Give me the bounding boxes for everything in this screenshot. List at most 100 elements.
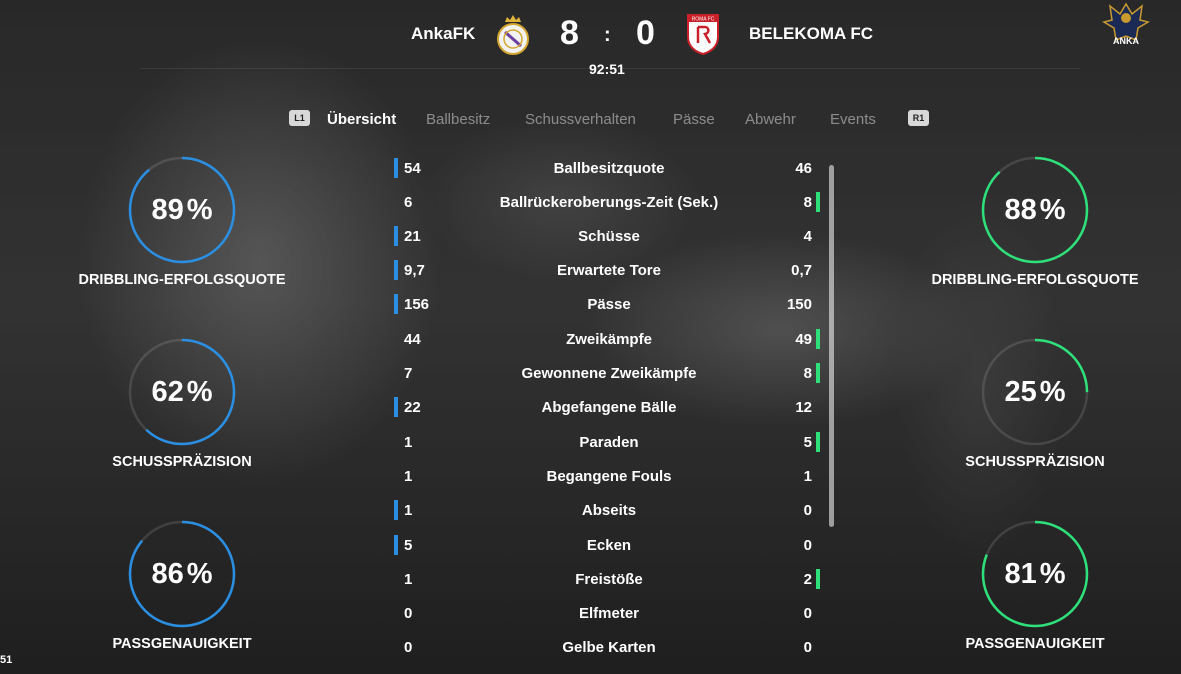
away-shot-accuracy-value: 25% (1004, 376, 1066, 408)
stat-row: 1 Abseits 0 (394, 499, 820, 523)
stat-name: Schüsse (578, 228, 640, 245)
home-team-name: AnkaFK (411, 24, 476, 43)
away-stat-value: 0 (803, 605, 812, 622)
home-lead-bar (394, 294, 398, 314)
stat-name: Paraden (579, 434, 639, 451)
away-stat-value: 12 (795, 399, 812, 416)
stat-name: Freistöße (575, 571, 643, 588)
l1-shoulder-button[interactable]: L1 (289, 110, 310, 126)
stat-row: 1 Paraden 5 (394, 431, 820, 455)
match-clock: 92:51 (589, 61, 625, 77)
home-lead-bar (394, 226, 398, 246)
away-pass-accuracy-value: 81% (1004, 558, 1066, 590)
away-team-name: BELEKOMA FC (749, 24, 874, 43)
away-stat-value: 1 (803, 468, 812, 485)
stat-row: 1 Freistöße 2 (394, 568, 820, 592)
stat-name: Pässe (587, 296, 631, 313)
home-stat-value: 0 (404, 639, 413, 656)
tab-ballbesitz[interactable]: Ballbesitz (426, 111, 490, 128)
home-dribbling-label: DRIBBLING-ERFOLGSQUOTE (78, 272, 286, 288)
away-lead-bar (816, 569, 820, 589)
stat-name: Erwartete Tore (557, 262, 661, 279)
away-lead-bar (816, 363, 820, 383)
away-pass-accuracy-label: PASSGENAUIGKEIT (965, 636, 1105, 652)
home-stat-value: 0 (404, 605, 413, 622)
home-lead-bar (394, 260, 398, 280)
away-stat-value: 4 (803, 228, 812, 245)
home-shot-accuracy-label: SCHUSSPRÄZISION (112, 454, 252, 470)
away-dribbling-label: DRIBBLING-ERFOLGSQUOTE (931, 272, 1139, 288)
home-score: 8 (560, 14, 579, 52)
stat-row: 5 Ecken 0 (394, 534, 820, 558)
home-stat-value: 156 (404, 296, 430, 313)
away-lead-bar (816, 192, 820, 212)
corner-fps-counter: 51 (0, 654, 13, 666)
stat-row: 22 Abgefangene Bälle 12 (394, 396, 820, 420)
home-stat-value: 1 (404, 571, 413, 588)
stat-name: Elfmeter (578, 605, 640, 622)
away-stat-value: 8 (803, 194, 812, 211)
stat-row: 44 Zweikämpfe 49 (394, 328, 820, 352)
home-stat-value: 54 (404, 160, 421, 177)
away-stat-value: 46 (795, 160, 812, 177)
stat-name: Ballbesitzquote (553, 160, 665, 177)
home-stat-value: 44 (404, 331, 421, 348)
r1-shoulder-button[interactable]: R1 (908, 110, 929, 126)
tab-passe[interactable]: Pässe (673, 111, 715, 128)
stat-row: 1 Begangene Fouls 1 (394, 465, 820, 489)
stat-row: 9,7 Erwartete Tore 0,7 (394, 259, 820, 283)
away-stat-value: 49 (795, 331, 812, 348)
away-stat-value: 0 (803, 639, 812, 656)
away-stat-value: 0,7 (791, 262, 812, 279)
away-stat-value: 5 (803, 434, 812, 451)
home-dribbling-value: 89% (151, 194, 213, 226)
stat-name: Ballrückeroberungs-Zeit (Sek.) (499, 194, 719, 211)
away-score: 0 (636, 14, 655, 52)
stat-name: Begangene Fouls (546, 468, 672, 485)
home-lead-bar (394, 158, 398, 178)
stats-scrollbar[interactable] (829, 165, 834, 527)
tab-schussverhalten[interactable]: Schussverhalten (525, 111, 636, 128)
home-stat-value: 6 (404, 194, 413, 211)
stat-row: 156 Pässe 150 (394, 293, 820, 317)
stat-name: Abseits (581, 502, 637, 519)
stat-name: Abgefangene Bälle (541, 399, 677, 416)
tab-ubersicht[interactable]: Übersicht (327, 111, 396, 128)
away-crest-text: ROMA FC (692, 17, 715, 23)
away-lead-bar (816, 432, 820, 452)
away-lead-bar (816, 329, 820, 349)
stat-name: Gewonnene Zweikämpfe (521, 365, 697, 382)
away-stat-value: 150 (786, 296, 812, 313)
home-stat-value: 1 (404, 468, 413, 485)
home-lead-bar (394, 535, 398, 555)
tab-events[interactable]: Events (830, 111, 876, 128)
home-stat-value: 1 (404, 434, 413, 451)
home-stat-value: 1 (404, 502, 413, 519)
home-club-crest-icon (497, 15, 529, 55)
away-stat-value: 0 (803, 537, 812, 554)
away-shot-accuracy-label: SCHUSSPRÄZISION (965, 454, 1105, 470)
stat-name: Ecken (586, 537, 632, 554)
stat-row: 0 Gelbe Karten 0 (394, 636, 820, 660)
tab-abwehr[interactable]: Abwehr (745, 111, 796, 128)
stat-name: Zweikämpfe (566, 331, 652, 348)
home-shot-accuracy-value: 62% (151, 376, 213, 408)
header-divider (140, 68, 1080, 69)
anka-club-logo-icon: ANKA (1102, 2, 1150, 46)
stat-row: 7 Gewonnene Zweikämpfe 8 (394, 362, 820, 386)
home-pass-accuracy-label: PASSGENAUIGKEIT (112, 636, 252, 652)
score-separator: : (604, 24, 611, 46)
stat-row: 6 Ballrückeroberungs-Zeit (Sek.) 8 (394, 191, 820, 215)
away-stat-value: 0 (803, 502, 812, 519)
stat-name: Gelbe Karten (562, 639, 656, 656)
home-stat-value: 21 (404, 228, 421, 245)
home-stat-value: 22 (404, 399, 421, 416)
stat-row: 54 Ballbesitzquote 46 (394, 157, 820, 181)
away-dribbling-value: 88% (1004, 194, 1066, 226)
home-lead-bar (394, 500, 398, 520)
home-lead-bar (394, 397, 398, 417)
home-pass-accuracy-value: 86% (151, 558, 213, 590)
home-stat-value: 5 (404, 537, 413, 554)
stat-row: 21 Schüsse 4 (394, 225, 820, 249)
away-stat-value: 2 (803, 571, 812, 588)
